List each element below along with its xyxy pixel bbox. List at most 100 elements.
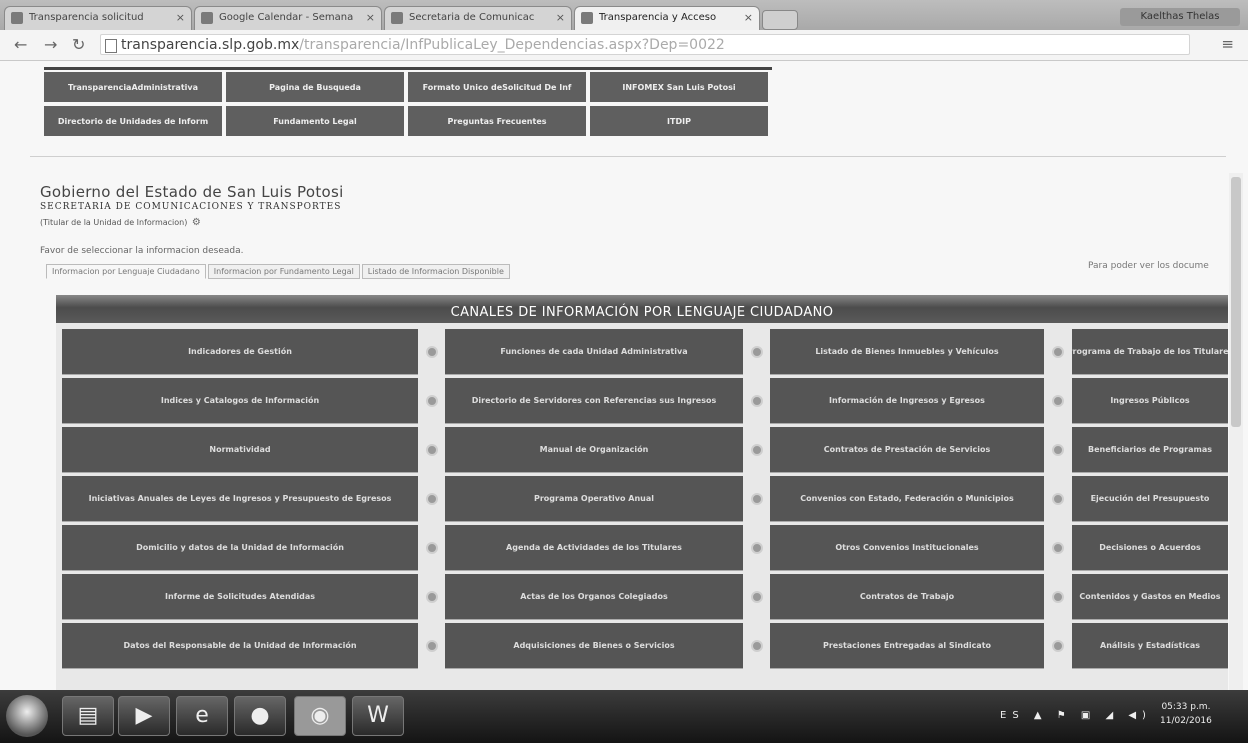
topnav-button[interactable]: Pagina de Busqueda — [226, 72, 404, 102]
topnav-button[interactable]: ITDIP — [590, 106, 768, 136]
channel-link[interactable]: Indicadores de Gestión — [62, 329, 418, 374]
channel-link[interactable]: Otros Convenios Institucionales — [770, 525, 1044, 570]
gear-icon[interactable] — [751, 395, 763, 407]
channel-link[interactable]: Datos del Responsable de la Unidad de In… — [62, 623, 418, 668]
browser-tab-1[interactable]: Transparencia solicitud × — [4, 6, 192, 30]
reload-icon[interactable]: ↻ — [72, 35, 85, 54]
channel-link[interactable]: Programa Operativo Anual — [445, 476, 743, 521]
explorer-icon[interactable]: ▤ — [62, 696, 114, 736]
channel-link[interactable]: Contratos de Trabajo — [770, 574, 1044, 619]
section-title: CANALES DE INFORMACIÓN POR LENGUAJE CIUD… — [56, 295, 1228, 323]
top-navigation: TransparenciaAdministrativa Pagina de Bus… — [44, 67, 772, 136]
channel-link[interactable]: Funciones de cada Unidad Administrativa — [445, 329, 743, 374]
view-tabs: Informacion por Lenguaje Ciudadano Inform… — [46, 264, 512, 283]
gear-icon[interactable] — [1052, 444, 1064, 456]
channel-link[interactable]: Adquisiciones de Bienes o Servicios — [445, 623, 743, 668]
unit-label: (Titular de la Unidad de Informacion) — [40, 218, 188, 227]
start-button[interactable] — [6, 695, 48, 737]
channel-link[interactable]: Directorio de Servidores con Referencias… — [445, 378, 743, 423]
close-tab-icon[interactable]: × — [556, 7, 565, 29]
tab-informacion-disponible[interactable]: Listado de Informacion Disponible — [361, 264, 510, 279]
right-note: Para poder ver los docume — [1088, 261, 1209, 271]
page-scrollbar[interactable] — [1229, 173, 1243, 690]
word-icon[interactable]: W — [352, 696, 404, 736]
information-channels-section: CANALES DE INFORMACIÓN POR LENGUAJE CIUD… — [56, 295, 1228, 690]
gear-icon[interactable] — [1052, 542, 1064, 554]
browser-tab-label: Transparencia y Acceso — [599, 12, 717, 23]
select-prompt: Favor de seleccionar la informacion dese… — [40, 246, 244, 256]
channel-link[interactable]: Actas de los Organos Colegiados — [445, 574, 743, 619]
browser-tab-3[interactable]: Secretaria de Comunicac × — [384, 6, 572, 30]
browser-tab-2[interactable]: Google Calendar - Semana × — [194, 6, 382, 30]
channel-link[interactable]: Beneficiarios de Programas — [1072, 427, 1228, 472]
chrome-icon[interactable]: ◉ — [294, 696, 346, 736]
firefox-icon[interactable]: ● — [234, 696, 286, 736]
page-icon — [105, 39, 117, 53]
gear-icon[interactable] — [751, 542, 763, 554]
gear-icon[interactable] — [1052, 395, 1064, 407]
new-tab-button[interactable] — [762, 10, 798, 30]
gear-icon[interactable] — [1052, 346, 1064, 358]
gear-icon[interactable] — [426, 640, 438, 652]
channel-link[interactable]: Análisis y Estadísticas — [1072, 623, 1228, 668]
channel-link[interactable]: Informe de Solicitudes Atendidas — [62, 574, 418, 619]
web-page: TransparenciaAdministrativa Pagina de Bus… — [0, 61, 1248, 690]
gear-icon[interactable] — [1052, 591, 1064, 603]
topnav-button[interactable]: Preguntas Frecuentes — [408, 106, 586, 136]
close-tab-icon[interactable]: × — [744, 7, 753, 29]
gear-icon[interactable] — [751, 591, 763, 603]
channel-link[interactable]: Programa de Trabajo de los Titulares — [1072, 329, 1228, 374]
gear-icon[interactable] — [426, 444, 438, 456]
tab-fundamento-legal[interactable]: Informacion por Fundamento Legal — [207, 264, 360, 279]
gear-icon[interactable] — [751, 493, 763, 505]
clock[interactable]: 05:33 p.m. 11/02/2016 — [1160, 700, 1212, 728]
channel-link[interactable]: Decisiones o Acuerdos — [1072, 525, 1228, 570]
channel-link[interactable]: Agenda de Actividades de los Titulares — [445, 525, 743, 570]
channel-link[interactable]: Iniciativas Anuales de Leyes de Ingresos… — [62, 476, 418, 521]
channel-link[interactable]: Normatividad — [62, 427, 418, 472]
gear-icon[interactable] — [426, 542, 438, 554]
gear-icon[interactable] — [426, 346, 438, 358]
gear-icon[interactable] — [751, 346, 763, 358]
language-indicator[interactable]: ES — [1000, 710, 1025, 721]
gear-icon[interactable] — [751, 444, 763, 456]
channel-link[interactable]: Contenidos y Gastos en Medios — [1072, 574, 1228, 619]
scrollbar-thumb[interactable] — [1231, 177, 1241, 427]
gear-icon[interactable] — [426, 591, 438, 603]
forward-icon[interactable]: → — [44, 35, 57, 54]
tab-lenguaje-ciudadano[interactable]: Informacion por Lenguaje Ciudadano — [46, 264, 206, 279]
gear-icon[interactable] — [1052, 640, 1064, 652]
media-player-icon[interactable]: ▶ — [118, 696, 170, 736]
unit-line: (Titular de la Unidad de Informacion) ⚙ — [40, 217, 201, 228]
internet-explorer-icon[interactable]: e — [176, 696, 228, 736]
channel-link[interactable]: Ingresos Públicos — [1072, 378, 1228, 423]
gear-icon[interactable] — [426, 493, 438, 505]
gear-icon[interactable] — [1052, 493, 1064, 505]
system-tray[interactable]: ES ▲ ⚑ ▣ ◢ ◀) — [1000, 710, 1152, 721]
topnav-button[interactable]: TransparenciaAdministrativa — [44, 72, 222, 102]
topnav-button[interactable]: INFOMEX San Luis Potosi — [590, 72, 768, 102]
topnav-button[interactable]: Directorio de Unidades de Inform — [44, 106, 222, 136]
close-tab-icon[interactable]: × — [366, 7, 375, 29]
channel-link[interactable]: Indices y Catalogos de Información — [62, 378, 418, 423]
back-icon[interactable]: ← — [14, 35, 27, 54]
browser-tab-4[interactable]: Transparencia y Acceso × — [574, 6, 760, 30]
url-input[interactable]: transparencia.slp.gob.mx/transparencia/I… — [100, 34, 1190, 55]
channel-link[interactable]: Domicilio y datos de la Unidad de Inform… — [62, 525, 418, 570]
channel-link[interactable]: Contratos de Prestación de Servicios — [770, 427, 1044, 472]
clock-time: 05:33 p.m. — [1161, 702, 1211, 712]
info-icon[interactable]: ⚙ — [192, 217, 201, 228]
channel-link[interactable]: Listado de Bienes Inmuebles y Vehículos — [770, 329, 1044, 374]
gear-icon[interactable] — [426, 395, 438, 407]
topnav-button[interactable]: Formato Unico deSolicitud De Inf — [408, 72, 586, 102]
gear-icon[interactable] — [751, 640, 763, 652]
topnav-button[interactable]: Fundamento Legal — [226, 106, 404, 136]
profile-button[interactable]: Kaelthas Thelas — [1120, 8, 1240, 26]
channel-link[interactable]: Ejecución del Presupuesto — [1072, 476, 1228, 521]
channel-link[interactable]: Manual de Organización — [445, 427, 743, 472]
menu-icon[interactable]: ≡ — [1221, 35, 1234, 53]
channel-link[interactable]: Convenios con Estado, Federación o Munic… — [770, 476, 1044, 521]
channel-link[interactable]: Información de Ingresos y Egresos — [770, 378, 1044, 423]
close-tab-icon[interactable]: × — [176, 7, 185, 29]
channel-link[interactable]: Prestaciones Entregadas al Sindicato — [770, 623, 1044, 668]
